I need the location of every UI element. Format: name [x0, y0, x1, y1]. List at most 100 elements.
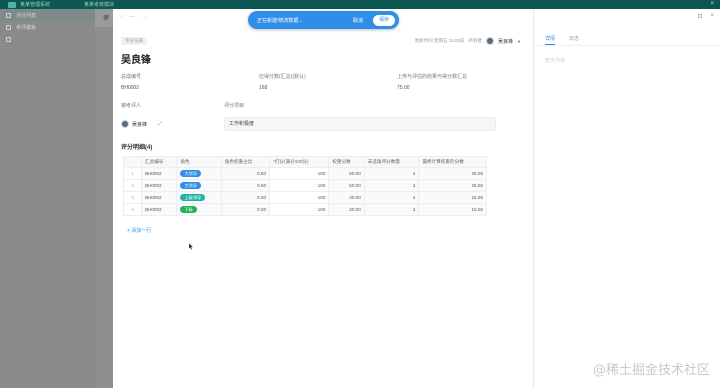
col-weighted: 权重分数	[328, 156, 365, 168]
score-detail-table: 汇总编号 角色 角色权重占比 *打分(满分100分) 权重分数 未选角评分数量 …	[123, 156, 487, 216]
watermark: @稀土掘金技术社区	[592, 363, 710, 378]
row-weight: 0.50	[220, 167, 271, 180]
col-unrated: 未选角评分数量	[363, 156, 420, 168]
row-final: 25.00	[418, 179, 487, 192]
row-code: BH0002	[140, 179, 178, 192]
app-title: 某某管理系统	[20, 2, 51, 8]
row-index: 2	[123, 179, 142, 192]
more-icon	[6, 36, 11, 42]
col-score: *打分(满分100分)	[269, 156, 330, 168]
expand-icon[interactable]: ⊡	[697, 13, 702, 20]
score-value: 168	[259, 85, 268, 91]
role-badge: 大领导	[180, 182, 202, 189]
row-score-input[interactable]: 100	[269, 167, 330, 180]
role-badge: 大领导	[180, 170, 202, 177]
back-icon[interactable]: ‹	[121, 14, 123, 20]
tab-log[interactable]: 日志	[569, 34, 579, 45]
right-panel-tabs: 详情 日志	[534, 34, 720, 46]
link-icon[interactable]: ⤢	[158, 121, 162, 127]
owner-name[interactable]: 吴良锋	[498, 38, 513, 45]
app-logo-icon	[8, 1, 16, 8]
col-index	[123, 156, 142, 168]
row-weighted: 50.00	[328, 167, 365, 180]
table-header-row: 汇总编号 角色 角色权重占比 *打分(满分100分) 权重分数 未选角评分数量 …	[123, 156, 487, 168]
col-code: 汇总编号	[140, 156, 178, 168]
row-weight: 0.30	[220, 191, 271, 204]
period-value: 75.00	[397, 85, 410, 91]
sidebar-item-score-list[interactable]: 评分列表	[0, 9, 95, 21]
table-row[interactable]: 3 BH0002 上级领导 0.30 100 30.00 2 15.00	[123, 191, 487, 204]
code-label: 总成编号	[121, 74, 142, 80]
row-final: 15.00	[418, 191, 487, 204]
role-badge: 下级	[180, 206, 197, 213]
right-panel-tools: ⊡ ×	[697, 13, 714, 20]
tab-details[interactable]: 详情	[545, 34, 556, 45]
row-final: 25.00	[418, 167, 487, 180]
table-row[interactable]: 1 BH0002 大领导 0.50 100 50.00 2 25.00	[123, 167, 487, 180]
col-weight: 角色权重占比	[220, 156, 271, 168]
row-score-input[interactable]: 100	[269, 179, 330, 192]
close-icon[interactable]: ×	[710, 13, 714, 20]
row-role[interactable]: 大领导	[176, 179, 222, 192]
sidebar-item-label: 考评模板	[16, 24, 37, 31]
owner-label: 所有者	[468, 38, 483, 43]
row-final: 10.00	[418, 203, 487, 216]
score-label: 应得分数(汇总)(默认)	[259, 74, 306, 80]
col-final: 最终计算权重的分数	[418, 156, 487, 168]
assess-field[interactable]: 工作积极度	[224, 117, 496, 131]
minus-icon[interactable]: —	[129, 14, 135, 20]
code-value: BH0002	[121, 85, 140, 91]
row-role[interactable]: 上级领导	[176, 191, 222, 204]
sidebar-item-template[interactable]: 考评模板	[0, 21, 95, 33]
save-button[interactable]: 保存	[372, 14, 395, 26]
row-code: BH0002	[140, 203, 178, 216]
top-bar: 某某管理系统 某某考核模块 ×	[0, 0, 720, 9]
record-panel: ‹ — ⋯ 评分记录 更新时间 星期五 15:00前 所有者 吴良锋 ▼ 吴良锋…	[113, 9, 533, 388]
row-code: BH0002	[140, 167, 178, 180]
right-panel-placeholder: 暂无内容	[545, 58, 566, 64]
add-row-button[interactable]: + 添加一行	[127, 227, 151, 234]
row-index: 1	[123, 167, 142, 180]
chevron-down-icon[interactable]: ▼	[517, 39, 521, 44]
sidebar: 评分列表 考评模板	[0, 9, 95, 388]
row-score-input[interactable]: 100	[269, 203, 330, 216]
save-bar-message: 正在新建/修改数据...	[257, 17, 303, 24]
row-role[interactable]: 大领导	[176, 167, 222, 180]
row-role[interactable]: 下级	[176, 203, 222, 216]
more-icon[interactable]: ⋯	[141, 14, 147, 21]
evaluator-label: 被考评人	[121, 103, 142, 109]
avatar	[121, 120, 129, 128]
avatar	[486, 37, 495, 45]
period-label: 上传与评估的结果与得分数汇总	[397, 74, 468, 80]
sidebar-item-more[interactable]	[0, 33, 95, 45]
row-weight: 0.20	[220, 203, 271, 216]
row-index: 3	[123, 191, 142, 204]
table-row[interactable]: 2 BH0002 大领导 0.50 100 50.00 2 25.00	[123, 179, 487, 192]
row-score-input[interactable]: 100	[269, 191, 330, 204]
mouse-cursor-icon	[189, 243, 193, 250]
section-title: 评分明细(4)	[121, 145, 153, 151]
row-index: 4	[123, 203, 142, 216]
save-bar: 正在新建/修改数据... 取消 保存	[248, 11, 399, 29]
close-icon[interactable]: ×	[710, 1, 714, 7]
row-weight: 0.50	[220, 179, 271, 192]
evaluator-field[interactable]: 吴良锋 ⤢	[121, 120, 162, 128]
sub-tab[interactable]: 评	[95, 9, 113, 27]
tab-title[interactable]: 某某考核模块	[84, 1, 114, 8]
row-unrated: 2	[363, 179, 420, 192]
cancel-button[interactable]: 取消	[353, 17, 363, 24]
page-title: 吴良锋	[121, 55, 151, 66]
row-weighted: 50.00	[328, 179, 365, 192]
template-icon	[6, 24, 11, 30]
table-row[interactable]: 4 BH0002 下级 0.20 100 20.00 2 10.00	[123, 203, 487, 216]
evaluator-name: 吴良锋	[132, 121, 148, 128]
assess-label: 评分项目	[224, 103, 245, 109]
record-type-chip: 评分记录	[121, 37, 147, 45]
sub-tab-label: 评	[103, 16, 110, 22]
col-role: 角色	[176, 156, 222, 168]
row-weighted: 30.00	[328, 191, 365, 204]
role-badge: 上级领导	[180, 194, 206, 201]
sidebar-item-label: 评分列表	[16, 12, 37, 19]
updated-time: 更新时间 星期五 15:00前	[414, 38, 465, 43]
row-unrated: 2	[363, 191, 420, 204]
